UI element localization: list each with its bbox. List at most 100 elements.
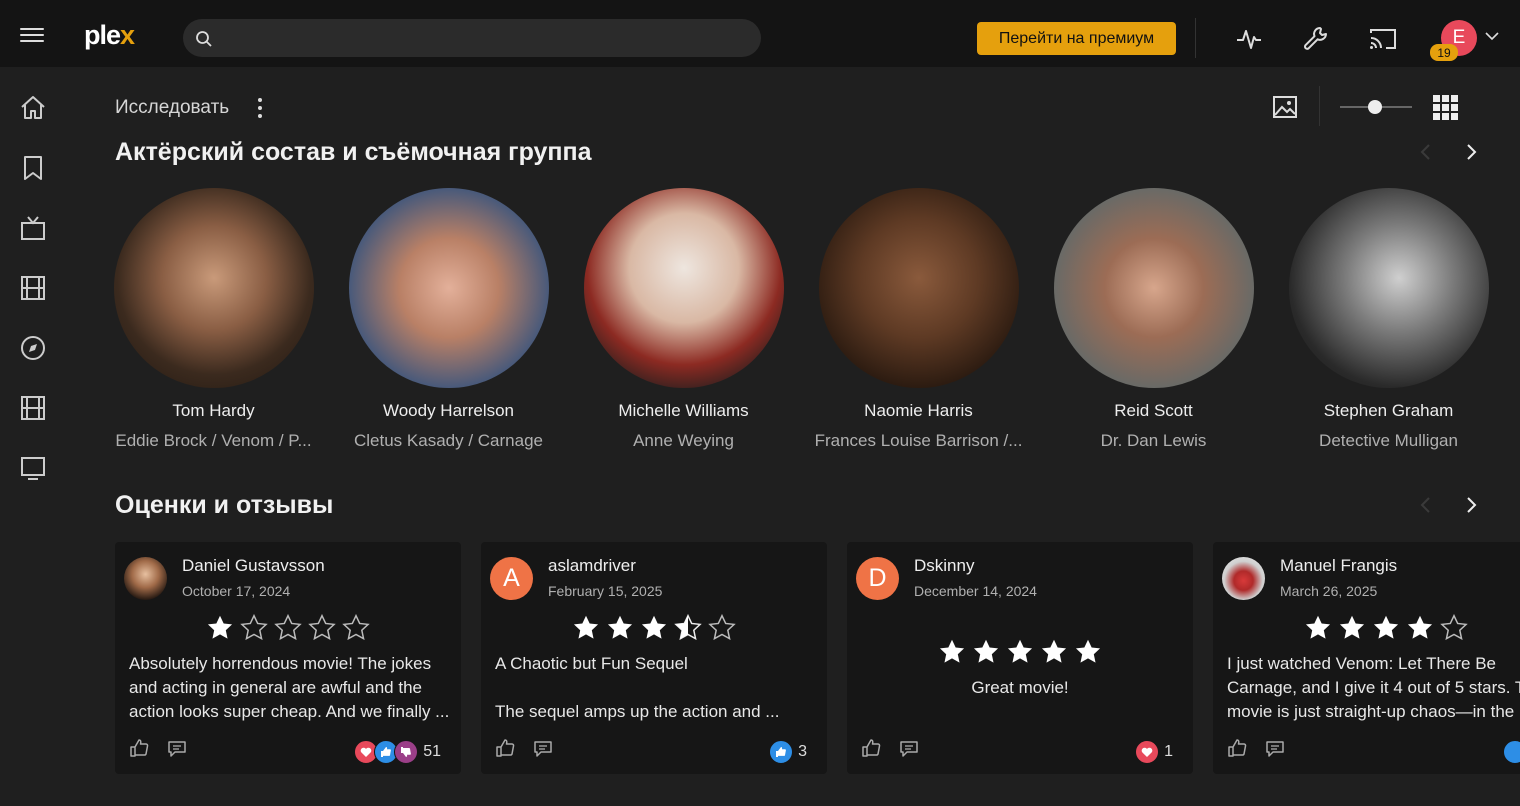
star-filled-icon bbox=[1339, 615, 1365, 639]
tv-icon[interactable] bbox=[18, 213, 48, 243]
review-card[interactable]: Daniel Gustavsson October 17, 2024 Absol… bbox=[115, 542, 461, 774]
star-filled-icon bbox=[641, 615, 667, 639]
home-icon[interactable] bbox=[18, 93, 48, 123]
reactions[interactable]: 51 bbox=[354, 740, 441, 764]
star-filled-icon bbox=[207, 615, 233, 639]
reaction-count: 51 bbox=[423, 743, 441, 760]
reactions[interactable]: 1 bbox=[1135, 740, 1173, 764]
image-view-icon[interactable] bbox=[1272, 95, 1298, 119]
review-card[interactable]: D Dskinny December 14, 2024 Great movie!… bbox=[847, 542, 1193, 774]
person-name: Tom Hardy bbox=[172, 401, 255, 420]
person-role: Anne Weying bbox=[633, 431, 734, 450]
review-text: The sequel amps up the action and ... bbox=[495, 702, 780, 721]
premium-button[interactable]: Перейти на премиум bbox=[977, 22, 1176, 55]
thumbs-up-icon bbox=[769, 740, 794, 764]
bookmark-icon[interactable] bbox=[18, 153, 48, 183]
cast-card[interactable]: Reid Scott Dr. Dan Lewis bbox=[1046, 188, 1261, 451]
star-empty-icon bbox=[308, 614, 336, 640]
person-photo bbox=[348, 188, 549, 388]
reactions[interactable] bbox=[1503, 740, 1520, 764]
divider bbox=[1319, 86, 1320, 126]
star-rating bbox=[1213, 614, 1520, 640]
review-date: December 14, 2024 bbox=[914, 583, 1037, 599]
wrench-icon[interactable] bbox=[1301, 24, 1331, 54]
review-card[interactable]: A aslamdriver February 15, 2025 A Chaoti… bbox=[481, 542, 827, 774]
star-rating bbox=[481, 614, 827, 640]
comment-icon[interactable] bbox=[167, 740, 187, 758]
star-filled-icon bbox=[1007, 639, 1033, 663]
thumbs-down-icon bbox=[394, 740, 419, 764]
person-name: Michelle Williams bbox=[618, 401, 749, 420]
thumbs-up-icon[interactable] bbox=[861, 738, 881, 758]
star-filled-icon bbox=[1305, 615, 1331, 639]
cast-section-title: Актёрский состав и съёмочная группа bbox=[115, 138, 592, 166]
person-photo bbox=[583, 188, 784, 388]
search-icon bbox=[196, 31, 212, 47]
top-bar: plex Перейти на премиум E 19 bbox=[0, 0, 1520, 67]
avatar: A bbox=[490, 557, 533, 600]
person-photo bbox=[1288, 188, 1489, 388]
star-filled-icon bbox=[1041, 639, 1067, 663]
review-date: February 15, 2025 bbox=[548, 583, 663, 599]
cast-card[interactable]: Tom Hardy Eddie Brock / Venom / P... bbox=[106, 188, 321, 451]
cast-card[interactable]: Stephen Graham Detective Mulligan bbox=[1281, 188, 1496, 451]
person-photo bbox=[1053, 188, 1254, 388]
avatar bbox=[124, 557, 167, 600]
review-card[interactable]: Manuel Frangis March 26, 2025 I just wat… bbox=[1213, 542, 1520, 774]
reaction-count: 1 bbox=[1164, 743, 1173, 760]
star-rating bbox=[847, 638, 1193, 664]
star-empty-icon bbox=[342, 614, 370, 640]
person-name: Stephen Graham bbox=[1323, 401, 1454, 420]
star-filled-icon bbox=[1373, 615, 1399, 639]
monitor-icon[interactable] bbox=[18, 453, 48, 483]
breadcrumb[interactable]: Исследовать bbox=[115, 97, 229, 119]
comment-icon[interactable] bbox=[1265, 740, 1285, 758]
review-text: I just watched Venom: Let There Be Carna… bbox=[1227, 654, 1520, 721]
chevron-left-icon[interactable] bbox=[1418, 495, 1434, 515]
notification-badge: 19 bbox=[1430, 44, 1458, 61]
divider bbox=[1195, 18, 1196, 58]
person-photo bbox=[818, 188, 1019, 388]
star-empty-icon bbox=[240, 614, 268, 640]
reactions[interactable]: 3 bbox=[769, 740, 807, 764]
cast-card[interactable]: Woody Harrelson Cletus Kasady / Carnage bbox=[341, 188, 556, 451]
cast-card[interactable]: Naomie Harris Frances Louise Barrison /.… bbox=[811, 188, 1026, 451]
star-empty-icon bbox=[708, 614, 736, 640]
star-empty-icon bbox=[274, 614, 302, 640]
chevron-right-icon[interactable] bbox=[1463, 142, 1479, 162]
more-options-icon[interactable] bbox=[257, 97, 263, 119]
star-filled-icon bbox=[573, 615, 599, 639]
slider-handle[interactable] bbox=[1368, 100, 1382, 114]
star-empty-icon bbox=[1440, 614, 1468, 640]
person-role: Eddie Brock / Venom / P... bbox=[115, 431, 312, 450]
thumbs-up-icon[interactable] bbox=[1227, 738, 1247, 758]
movies-icon[interactable] bbox=[18, 393, 48, 423]
comment-icon[interactable] bbox=[899, 740, 919, 758]
reaction-count: 3 bbox=[798, 743, 807, 760]
review-title: A Chaotic but Fun Sequel bbox=[495, 654, 688, 673]
review-title: Great movie! bbox=[971, 678, 1069, 697]
grid-view-icon[interactable] bbox=[1432, 94, 1459, 121]
star-filled-icon bbox=[607, 615, 633, 639]
film-icon[interactable] bbox=[18, 273, 48, 303]
search-input[interactable] bbox=[183, 19, 761, 57]
chevron-down-icon[interactable] bbox=[1485, 31, 1499, 41]
comment-icon[interactable] bbox=[533, 740, 553, 758]
menu-icon[interactable] bbox=[20, 28, 44, 42]
star-filled-icon bbox=[973, 639, 999, 663]
plex-logo[interactable]: plex bbox=[84, 20, 135, 51]
activity-icon[interactable] bbox=[1234, 24, 1264, 54]
cast-icon[interactable] bbox=[1368, 24, 1398, 54]
thumbs-up-icon[interactable] bbox=[129, 738, 149, 758]
person-photo bbox=[113, 188, 314, 388]
compass-icon[interactable] bbox=[18, 333, 48, 363]
cast-card[interactable]: Michelle Williams Anne Weying bbox=[576, 188, 791, 451]
person-role: Cletus Kasady / Carnage bbox=[354, 431, 543, 450]
review-text: Absolutely horrendous movie! The jokes a… bbox=[129, 654, 450, 721]
chevron-left-icon[interactable] bbox=[1418, 142, 1434, 162]
avatar: D bbox=[856, 557, 899, 600]
thumbs-up-icon[interactable] bbox=[495, 738, 515, 758]
chevron-right-icon[interactable] bbox=[1463, 495, 1479, 515]
review-author: Dskinny bbox=[914, 556, 975, 575]
star-half-icon bbox=[674, 614, 702, 640]
